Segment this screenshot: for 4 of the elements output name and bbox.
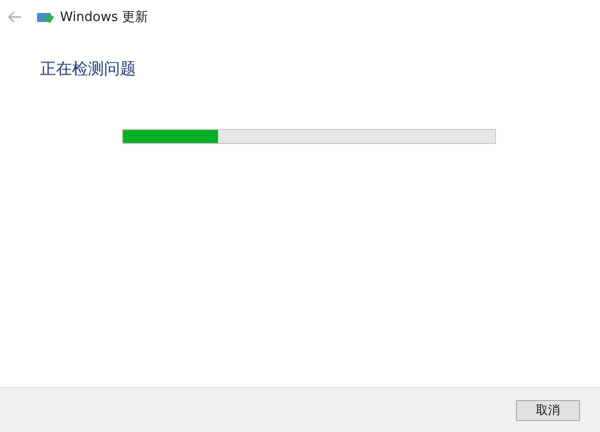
cancel-button[interactable]: 取消: [516, 400, 580, 420]
status-heading: 正在检测问题: [40, 59, 137, 80]
window-title: Windows 更新: [60, 9, 148, 26]
back-arrow-icon[interactable]: [8, 11, 22, 23]
